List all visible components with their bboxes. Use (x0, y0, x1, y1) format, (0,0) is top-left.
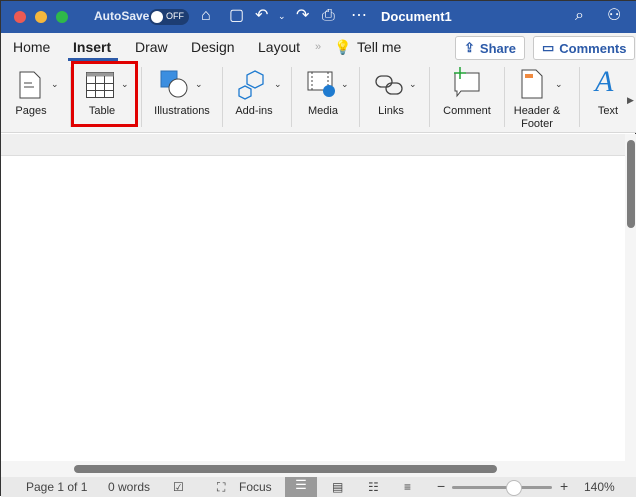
links-button[interactable]: ⌄ Links (367, 61, 423, 131)
table-icon (86, 72, 114, 98)
word-count[interactable]: 0 words (108, 480, 150, 494)
zoom-slider-knob[interactable] (506, 480, 522, 496)
autosave-toggle[interactable]: OFF (149, 9, 189, 25)
comments-button[interactable]: ▭ Comments (533, 36, 636, 60)
print-layout-view-button[interactable]: ☰ (285, 477, 317, 497)
undo-icon[interactable]: ↶ (255, 7, 268, 25)
more-icon[interactable]: ⋯ (351, 7, 367, 25)
proofing-icon[interactable]: ☑ (173, 480, 184, 494)
focus-button[interactable]: Focus (239, 480, 272, 494)
redo-icon[interactable]: ↷ (296, 7, 309, 25)
pages-label: Pages (15, 105, 47, 117)
divider (141, 67, 142, 127)
add-ins-label: Add-ins (235, 105, 273, 117)
tab-design[interactable]: Design (191, 39, 235, 55)
table-label: Table (88, 105, 116, 117)
focus-icon[interactable]: ⛶ (217, 480, 225, 495)
divider (222, 67, 223, 127)
vertical-scroll-thumb[interactable] (627, 140, 635, 228)
share-label: Share (479, 40, 517, 56)
draft-view-icon[interactable]: ≡ (404, 480, 411, 494)
chevron-down-icon: ⌄ (555, 79, 563, 89)
ribbon-tabs: Home Insert Draw Design Layout » 💡 Tell … (1, 33, 636, 61)
header-footer-icon (521, 69, 543, 99)
zoom-level[interactable]: 140% (584, 480, 615, 494)
media-label: Media (308, 105, 338, 117)
save-icon[interactable]: ▢ (229, 7, 244, 25)
pages-button[interactable]: ⌄ Pages (9, 61, 63, 131)
chevron-down-icon: ⌄ (121, 79, 129, 89)
zoom-in-button[interactable]: + (560, 478, 568, 494)
chevron-down-icon: ⌄ (341, 79, 349, 89)
illustrations-button[interactable]: ⌄ Illustrations (147, 61, 217, 131)
chevron-down-icon: ⌄ (51, 79, 59, 89)
close-window-button[interactable] (14, 11, 26, 23)
status-bar: Page 1 of 1 0 words ☑ ⛶ Focus ☰ ▤ ☷ ≡ − … (1, 477, 636, 497)
print-icon[interactable]: ⎙ (322, 7, 335, 25)
chevron-down-icon: ⌄ (274, 79, 282, 89)
ribbon-scroll-right-icon[interactable]: ▶ (627, 95, 634, 106)
header-footer-button[interactable]: ⌄ Header & Footer (509, 61, 573, 131)
lightbulb-icon: 💡 (334, 39, 352, 55)
zoom-slider[interactable] (452, 480, 552, 496)
divider (504, 67, 505, 127)
tab-home[interactable]: Home (13, 39, 50, 55)
document-canvas[interactable] (1, 156, 625, 461)
tell-me[interactable]: Tell me (357, 39, 401, 55)
text-label: Text (597, 105, 619, 117)
comment-label: Comment (443, 105, 491, 117)
ribbon: ⌄ Pages ⌄ Table ⌄ Illustrations ⌄ Add-in… (1, 61, 636, 133)
divider (359, 67, 360, 127)
overflow-chevron-icon[interactable]: » (315, 41, 321, 53)
text-button[interactable]: A Text (591, 61, 625, 131)
header-footer-label: Header & Footer (513, 105, 561, 130)
toggle-knob (151, 11, 163, 23)
comment-icon: ▭ (542, 40, 555, 55)
page-count[interactable]: Page 1 of 1 (26, 480, 87, 494)
autosave-label: AutoSave (94, 9, 150, 23)
media-button[interactable]: ⌄ Media (299, 61, 355, 131)
zoom-out-button[interactable]: − (437, 478, 445, 494)
account-icon[interactable]: ⚇ (607, 7, 621, 25)
ruler-area (1, 134, 625, 156)
minimize-window-button[interactable] (35, 11, 47, 23)
add-ins-icon (238, 70, 264, 100)
text-icon: A (595, 65, 614, 98)
share-button[interactable]: ⇪ Share (455, 36, 526, 60)
home-icon[interactable]: ⌂ (201, 7, 211, 25)
tab-layout[interactable]: Layout (258, 39, 300, 55)
table-button[interactable]: ⌄ Table (71, 61, 138, 127)
document-title: Document1 (381, 9, 452, 24)
comments-label: Comments (559, 40, 627, 56)
comment-button[interactable]: Comment (437, 61, 497, 131)
divider (579, 67, 580, 127)
new-comment-icon (454, 67, 480, 98)
vertical-scrollbar[interactable] (625, 134, 636, 461)
horizontal-scrollbar[interactable] (1, 461, 636, 477)
share-icon: ⇪ (464, 40, 475, 55)
outline-view-icon[interactable]: ☷ (368, 480, 379, 494)
chevron-down-icon: ⌄ (195, 79, 203, 89)
illustrations-label: Illustrations (154, 105, 210, 117)
illustrations-icon (160, 70, 188, 98)
pages-icon (19, 71, 41, 99)
web-layout-icon[interactable]: ▤ (332, 480, 343, 494)
tab-draw[interactable]: Draw (135, 39, 168, 55)
media-icon (307, 71, 335, 97)
zoom-window-button[interactable] (56, 11, 68, 23)
search-icon[interactable]: ⌕ (575, 7, 584, 25)
autosave-state: OFF (166, 11, 184, 21)
horizontal-scroll-thumb[interactable] (74, 465, 497, 473)
link-icon (375, 75, 403, 95)
divider (291, 67, 292, 127)
undo-dropdown-icon[interactable]: ⌄ (278, 7, 286, 25)
chevron-down-icon: ⌄ (409, 79, 417, 89)
divider (429, 67, 430, 127)
title-bar: AutoSave OFF ⌂ ▢ ↶ ⌄ ↷ ⎙ ⋯ Document1 ⌕ ⚇ (1, 1, 636, 33)
links-label: Links (378, 105, 404, 117)
add-ins-button[interactable]: ⌄ Add-ins (229, 61, 287, 131)
tab-insert[interactable]: Insert (73, 39, 111, 55)
